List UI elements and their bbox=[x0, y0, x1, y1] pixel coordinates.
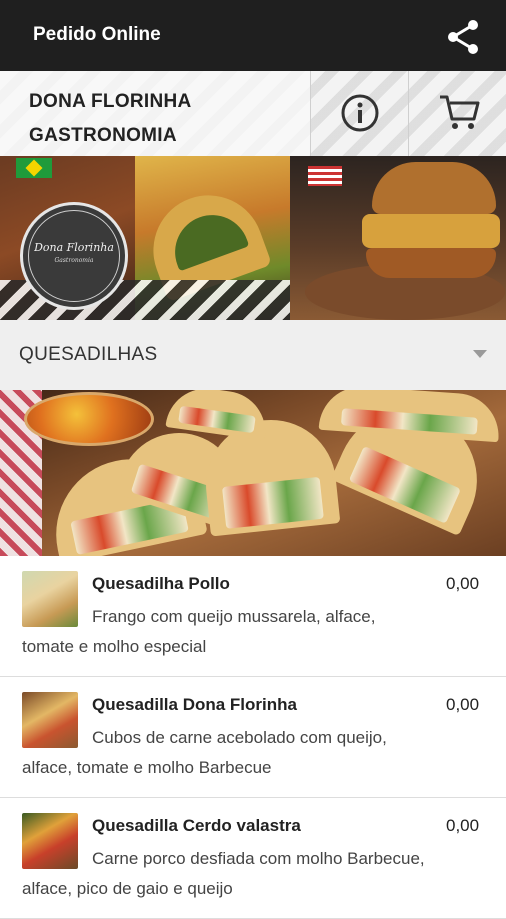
item-price: 0,00 bbox=[446, 574, 480, 593]
share-icon[interactable] bbox=[444, 18, 482, 56]
restaurant-logo: Dona Florinha Gastronomia bbox=[20, 202, 128, 310]
menu-item[interactable]: Quesadilla Dona Florinha 0,00 Cubos de c… bbox=[0, 677, 506, 798]
burger-bun-top bbox=[372, 162, 496, 214]
item-name: Quesadilha Pollo bbox=[92, 574, 230, 593]
category-label: QUESADILHAS bbox=[19, 344, 158, 365]
burger-filling bbox=[362, 214, 500, 248]
item-description: Cubos de carne acebolado com queijo, alf… bbox=[22, 728, 387, 777]
app-title: Pedido Online bbox=[33, 24, 161, 45]
salsa-bowl bbox=[24, 392, 154, 446]
item-name: Quesadilla Dona Florinha bbox=[92, 695, 297, 714]
restaurant-name: DONA FLORINHA GASTRONOMIA bbox=[29, 91, 192, 146]
logo-subtext: Gastronomia bbox=[54, 257, 94, 264]
category-selector[interactable]: QUESADILHAS bbox=[0, 320, 506, 390]
item-name: Quesadilla Cerdo valastra bbox=[92, 816, 301, 835]
info-button[interactable] bbox=[310, 71, 409, 156]
restaurant-name-box: DONA FLORINHA GASTRONOMIA bbox=[0, 71, 310, 156]
logo-text: Dona Florinha bbox=[34, 241, 114, 254]
item-description: Frango com queijo mussarela, alface, tom… bbox=[22, 607, 376, 656]
cart-icon bbox=[440, 95, 480, 129]
item-description: Carne porco desfiada com molho Barbecue,… bbox=[22, 849, 425, 898]
restaurant-header: DONA FLORINHA GASTRONOMIA bbox=[0, 71, 506, 156]
cart-button[interactable] bbox=[408, 71, 506, 156]
item-price: 0,00 bbox=[446, 695, 480, 714]
item-price: 0,00 bbox=[446, 816, 480, 835]
app-bar: Pedido Online bbox=[0, 0, 506, 71]
info-icon bbox=[341, 94, 379, 132]
usa-flag-icon bbox=[308, 166, 342, 186]
caret-down-icon[interactable] bbox=[473, 350, 487, 358]
restaurant-banner: Dona Florinha Gastronomia bbox=[0, 156, 506, 320]
brazil-flag-icon bbox=[16, 158, 52, 178]
burger-bun-bottom bbox=[366, 248, 496, 278]
logo-ring bbox=[28, 210, 120, 302]
category-hero-image bbox=[0, 390, 506, 556]
menu-item[interactable]: Quesadilla Cerdo valastra 0,00 Carne por… bbox=[0, 798, 506, 919]
menu-item[interactable]: Quesadilha Pollo 0,00 Frango com queijo … bbox=[0, 556, 506, 677]
